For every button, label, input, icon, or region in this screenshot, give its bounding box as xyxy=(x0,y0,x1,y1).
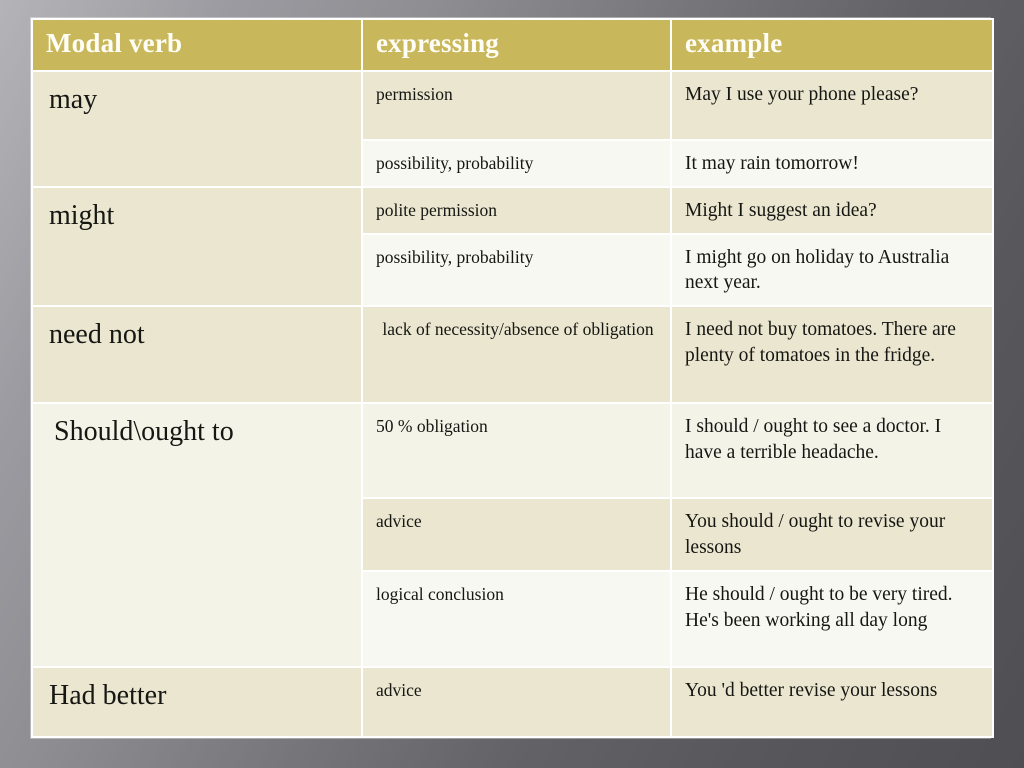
cell-example: Might I suggest an idea? xyxy=(672,187,992,233)
cell-example: You should / ought to revise your lesson… xyxy=(672,499,992,571)
cell-example: May I use your phone please? xyxy=(672,71,992,139)
cell-expressing: logical conclusion xyxy=(363,572,670,667)
table-row: need not lack of necessity/absence of ob… xyxy=(33,307,992,403)
table-row: may permission May I use your phone plea… xyxy=(33,71,992,186)
cell-modal-verb: may xyxy=(33,71,361,186)
table-row: might polite permission Might I suggest … xyxy=(33,187,992,306)
cell-example: I might go on holiday to Australia next … xyxy=(672,234,992,306)
modal-verbs-table: Modal verb expressing example may permis… xyxy=(31,18,994,739)
cell-modal-verb: Should\ought to xyxy=(33,404,361,667)
cell-example: I need not buy tomatoes. There are plent… xyxy=(672,307,992,403)
cell-expressing: polite permission xyxy=(363,187,670,233)
cell-example: I should / ought to see a doctor. I have… xyxy=(672,404,992,498)
cell-modal-verb: Had better xyxy=(33,668,361,737)
column-header-example: example xyxy=(672,20,992,70)
cell-example: You 'd better revise your lessons xyxy=(672,668,992,737)
cell-modal-verb: need not xyxy=(33,307,361,403)
column-header-modal-verb: Modal verb xyxy=(33,20,361,70)
table-row: Should\ought to 50 % obligation I should… xyxy=(33,404,992,667)
cell-example: It may rain tomorrow! xyxy=(672,140,992,186)
cell-expressing: possibility, probability xyxy=(363,234,670,306)
cell-expressing: lack of necessity/absence of obligation xyxy=(363,307,670,403)
column-header-expressing: expressing xyxy=(363,20,670,70)
slide-canvas: Modal verb expressing example may permis… xyxy=(0,0,1024,768)
cell-example: He should / ought to be very tired. He's… xyxy=(672,572,992,667)
table-header: Modal verb expressing example xyxy=(33,20,992,70)
cell-expressing: advice xyxy=(363,499,670,571)
cell-expressing: advice xyxy=(363,668,670,737)
cell-expressing: 50 % obligation xyxy=(363,404,670,498)
table-header-row: Modal verb expressing example xyxy=(33,20,992,70)
cell-expressing: possibility, probability xyxy=(363,140,670,186)
cell-expressing: permission xyxy=(363,71,670,139)
table-row: Had better advice You 'd better revise y… xyxy=(33,668,992,737)
cell-modal-verb: might xyxy=(33,187,361,306)
modal-verbs-table-container: Modal verb expressing example may permis… xyxy=(31,18,994,739)
table-body: may permission May I use your phone plea… xyxy=(33,71,992,737)
